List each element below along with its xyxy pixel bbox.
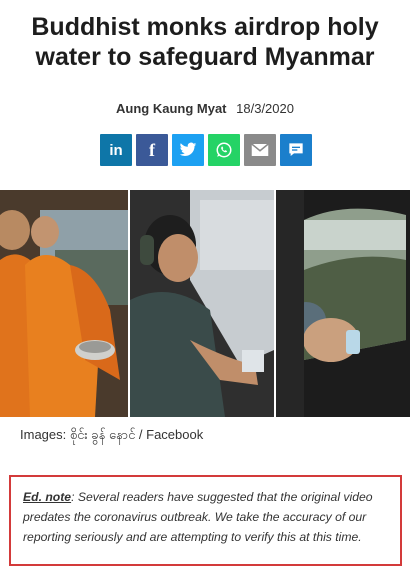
photo-panel-monks [0,190,128,417]
article-photo[interactable] [0,190,410,417]
pilot-illustration [130,190,274,417]
monks-illustration [0,190,128,417]
photo-caption: Images: စိုင်း ခွန် နောင် / Facebook [20,427,204,442]
article-headline: Buddhist monks airdrop holy water to saf… [31,13,379,71]
byline: Aung Kaung Myat 18/3/2020 [0,101,410,116]
share-twitter-button[interactable] [172,134,204,166]
facebook-icon: f [149,139,155,160]
twitter-icon [179,142,197,157]
email-icon [251,143,269,156]
share-facebook-button[interactable]: f [136,134,168,166]
share-linkedin-button[interactable]: in [100,134,132,166]
window-illustration [276,190,410,417]
share-email-button[interactable] [244,134,276,166]
editor-note: Ed. note: Several readers have suggested… [9,475,402,566]
editor-note-text: : Several readers have suggested that th… [23,490,373,544]
share-comment-button[interactable] [280,134,312,166]
publish-date: 18/3/2020 [236,101,294,116]
photo-panel-window [276,190,410,417]
share-bar: in f [100,134,312,166]
linkedin-icon: in [109,141,123,159]
editor-note-label: Ed. note [23,490,72,504]
whatsapp-icon [216,142,232,158]
comment-icon [289,143,303,156]
photo-panel-pilot [130,190,274,417]
author-name[interactable]: Aung Kaung Myat [116,101,227,116]
share-whatsapp-button[interactable] [208,134,240,166]
